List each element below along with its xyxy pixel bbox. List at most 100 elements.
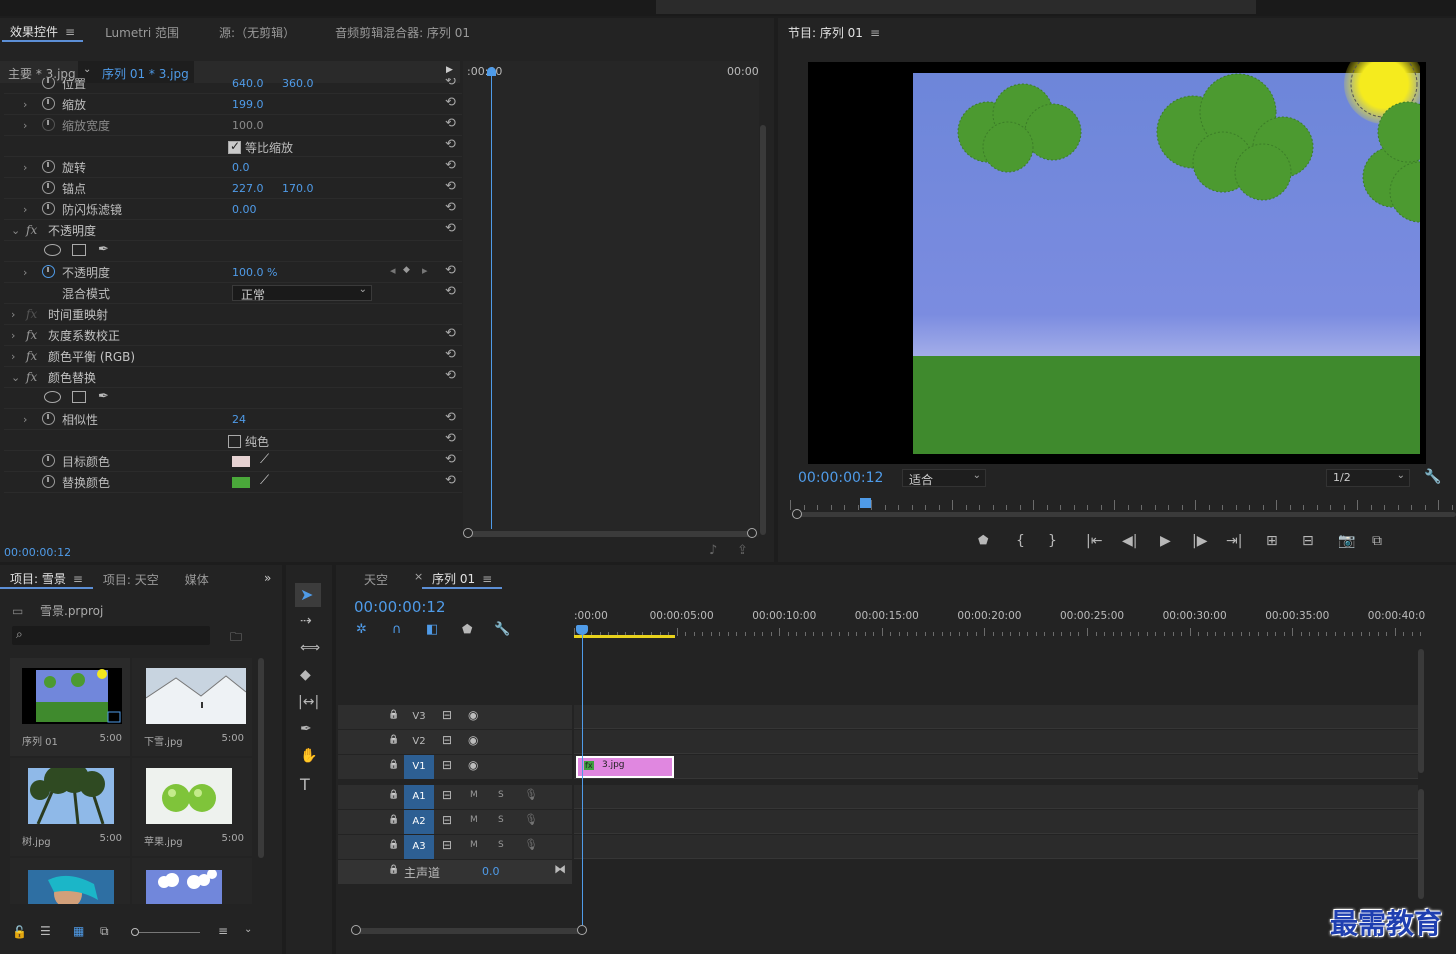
stopwatch-icon[interactable] <box>42 265 55 278</box>
program-playhead[interactable] <box>860 498 871 508</box>
selection-tool-icon[interactable]: ➤ <box>300 585 313 604</box>
tab-project-2[interactable]: 媒体 <box>175 571 219 588</box>
mark-in-icon[interactable]: { <box>1016 533 1025 549</box>
tab-sequence-1[interactable]: × 序列 01 ≡ <box>414 570 503 589</box>
reset-icon[interactable]: ⟲ <box>445 284 456 299</box>
nest-icon[interactable]: ✲ <box>356 622 367 637</box>
stopwatch-icon[interactable] <box>42 97 55 110</box>
timeline-zoom-bar[interactable] <box>351 925 587 935</box>
reset-icon[interactable]: ⟲ <box>445 137 456 152</box>
project-item[interactable]: 树.jpg 5:00 <box>10 758 130 856</box>
zoom-handle-right[interactable] <box>747 528 757 538</box>
effect-row[interactable]: ✒ <box>4 388 462 409</box>
effect-row[interactable]: 目标颜色 ⟋ ⟲ <box>4 451 462 472</box>
razor-icon[interactable]: ◆ <box>300 667 311 683</box>
reset-icon[interactable]: ⟲ <box>445 116 456 131</box>
pen-mask-icon[interactable]: ✒ <box>98 389 109 404</box>
keyframe-playhead[interactable] <box>491 71 492 529</box>
checkbox-row[interactable]: 等比缩放 <box>228 139 293 156</box>
step-forward-icon[interactable]: |▶ <box>1192 533 1207 549</box>
stopwatch-icon[interactable] <box>42 202 55 215</box>
property-value[interactable]: 227.0 <box>232 182 264 195</box>
eye-icon[interactable]: ◉ <box>468 733 478 747</box>
track-header[interactable]: 🔒 V1 ⊟ ◉ <box>338 755 572 779</box>
project-scrollbar[interactable] <box>258 658 264 858</box>
effect-row[interactable]: ⌄ fx 颜色替换 ⟲ <box>4 367 462 388</box>
track-header[interactable]: 🔒 A1 ⊟ M S 🎙 <box>338 785 572 809</box>
menu-icon[interactable]: ≡ <box>482 572 492 586</box>
effect-row[interactable]: 纯色 ⟲ <box>4 430 462 451</box>
rectangle-mask-icon[interactable] <box>72 391 86 403</box>
track-target-v2[interactable]: V2 <box>404 730 434 754</box>
ellipse-mask-icon[interactable] <box>44 391 61 403</box>
effect-controls-scrollbar[interactable] <box>760 125 766 535</box>
pen-mask-icon[interactable]: ✒ <box>98 242 109 257</box>
solo-button[interactable]: S <box>498 840 504 850</box>
keyframe-playhead-handle[interactable] <box>487 67 496 76</box>
effect-row[interactable]: › 旋转 0.0 ⟲ <box>4 157 462 178</box>
effect-row[interactable]: 等比缩放 ⟲ <box>4 136 462 157</box>
tab-effects-3[interactable]: 音频剪辑混合器: 序列 01 <box>325 24 480 41</box>
stopwatch-icon[interactable] <box>42 181 55 194</box>
chevron-right-icon[interactable]: › <box>23 119 27 132</box>
stopwatch-icon[interactable] <box>42 118 55 131</box>
effect-row[interactable]: › fx 灰度系数校正 ⟲ <box>4 325 462 346</box>
color-swatch[interactable] <box>232 456 250 467</box>
microphone-icon[interactable]: 🎙 <box>524 813 538 826</box>
tab-sequence-0[interactable]: 天空 <box>354 571 398 588</box>
fit-select[interactable]: 适合 ⌄ <box>902 469 986 487</box>
project-item[interactable]: 序列 01 5:00 <box>10 658 130 756</box>
reset-icon[interactable]: ⟲ <box>445 431 456 446</box>
audio-meter-icon[interactable]: ⧓ <box>554 862 566 876</box>
timeline-timecode[interactable]: 00:00:00:12 <box>354 598 446 616</box>
step-back-icon[interactable]: ◀| <box>1122 533 1137 549</box>
keyframe-zoom-bar[interactable] <box>463 528 757 538</box>
sync-lock-icon[interactable]: ⊟ <box>442 758 452 772</box>
lock-icon[interactable]: 🔒 <box>388 815 399 825</box>
tab-effects-2[interactable]: 源:（无剪辑） <box>209 24 305 41</box>
menu-icon[interactable]: ≡ <box>73 572 83 586</box>
track-header[interactable]: 🔒 V2 ⊟ ◉ <box>338 730 572 754</box>
timeline-playhead[interactable] <box>582 625 583 925</box>
eyedropper-icon[interactable]: ⟋ <box>260 473 269 488</box>
property-value[interactable]: 199.0 <box>232 98 264 111</box>
audio-note-icon[interactable]: ♪ <box>709 543 717 558</box>
stopwatch-icon[interactable] <box>42 412 55 425</box>
lock-icon[interactable]: 🔒 <box>388 710 399 720</box>
freeform-view-icon[interactable]: ⧉ <box>100 924 109 939</box>
reset-icon[interactable]: ⟲ <box>445 158 456 173</box>
program-scrub-ruler[interactable] <box>790 496 1456 512</box>
property-value-2[interactable]: 170.0 <box>282 182 314 195</box>
chevron-right-icon[interactable]: › <box>11 329 15 342</box>
go-to-in-icon[interactable]: |⇤ <box>1086 533 1102 549</box>
microphone-icon[interactable]: 🎙 <box>524 838 538 851</box>
camera-icon[interactable]: 📷 <box>1338 533 1355 549</box>
lock-icon[interactable]: 🔒 <box>388 760 399 770</box>
track-lane[interactable] <box>574 785 1418 809</box>
lock-icon[interactable]: 🔒 <box>388 840 399 850</box>
effect-row[interactable]: › fx 颜色平衡 (RGB) ⟲ <box>4 346 462 367</box>
property-value[interactable]: 24 <box>232 413 246 426</box>
lift-icon[interactable]: ⊞ <box>1266 533 1278 549</box>
wrench-icon[interactable]: 🔧 <box>1424 469 1441 485</box>
tab-effects-0[interactable]: 效果控件 ≡ <box>2 23 84 42</box>
stopwatch-icon[interactable] <box>42 160 55 173</box>
eye-icon[interactable]: ◉ <box>468 708 478 722</box>
chevron-right-icon[interactable]: › <box>11 308 15 321</box>
type-tool-icon[interactable]: T <box>300 775 310 794</box>
fx-icon[interactable]: fx <box>26 370 37 384</box>
effect-row[interactable]: › 缩放宽度 100.0 ⟲ <box>4 115 462 136</box>
next-keyframe-icon[interactable]: ▸ <box>422 264 428 277</box>
snap-icon[interactable]: ∩ <box>392 622 402 637</box>
slip-tool-icon[interactable]: |↔| <box>298 694 319 710</box>
track-header[interactable]: 🔒 V3 ⊟ ◉ <box>338 705 572 729</box>
project-item[interactable] <box>132 858 252 904</box>
menu-icon[interactable]: ≡ <box>870 26 880 40</box>
effect-row[interactable]: 锚点 227.0 170.0 ⟲ <box>4 178 462 199</box>
reset-icon[interactable]: ⟲ <box>445 263 456 278</box>
track-target-a2[interactable]: A2 <box>404 810 434 834</box>
effect-controls-timecode[interactable]: 00:00:00:12 <box>4 546 71 559</box>
timeline-ruler[interactable]: :00:00 00:00:05:00 00:00:10:00 00:00:15:00 0… <box>574 609 1425 639</box>
project-item[interactable]: 下雪.jpg 5:00 <box>132 658 252 756</box>
sync-lock-icon[interactable]: ⊟ <box>442 838 452 852</box>
